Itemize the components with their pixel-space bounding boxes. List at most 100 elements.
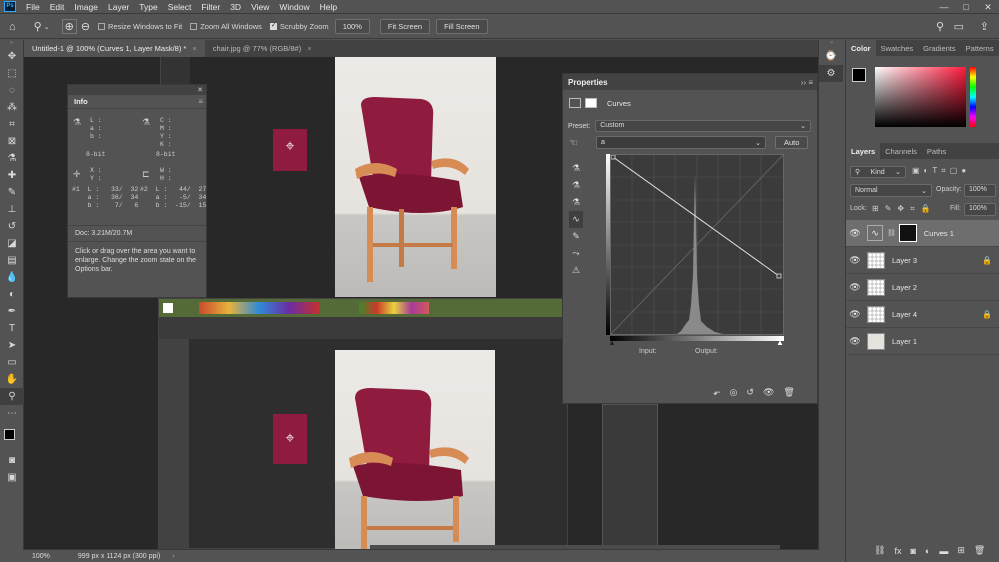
clone-stamp-icon[interactable]: ⊥ (0, 201, 24, 218)
zoom-out-icon[interactable]: ⊖ (81, 20, 90, 33)
rectangle-tool-icon[interactable]: ▭ (0, 354, 24, 371)
menu-3d[interactable]: 3D (225, 2, 246, 12)
marquee-tool-icon[interactable]: ⬚ (0, 65, 24, 82)
link-icon[interactable]: ⛓ (887, 229, 896, 237)
share-icon[interactable]: ⇪ (980, 20, 989, 33)
healing-brush-icon[interactable]: ✚ (0, 167, 24, 184)
clip-to-layer-icon[interactable]: ⬐ (713, 387, 721, 398)
crop-tool-icon[interactable]: ⌗ (0, 116, 24, 133)
workspace-icon[interactable]: ▭ (954, 20, 964, 33)
tab-swatches[interactable]: Swatches (876, 40, 919, 56)
minimize-button[interactable]: — (933, 2, 955, 12)
auto-button[interactable]: Auto (775, 136, 809, 149)
adjustment-layer-icon[interactable]: ◐ (925, 546, 930, 556)
tab-gradients[interactable]: Gradients (918, 40, 961, 56)
blur-tool-icon[interactable]: 💧 (0, 269, 24, 286)
black-point-slider[interactable]: ▲ (608, 338, 616, 347)
layer-name[interactable]: Layer 1 (892, 337, 917, 346)
move-tool-icon[interactable]: ✥ (0, 48, 24, 65)
menu-image[interactable]: Image (69, 2, 103, 12)
menu-edit[interactable]: Edit (45, 2, 70, 12)
delete-icon[interactable]: 🗑 (783, 387, 794, 398)
visibility-eye-icon[interactable]: 👁 (846, 282, 864, 293)
close-tab-icon[interactable]: × (192, 44, 196, 53)
curves-graph[interactable] (610, 154, 784, 335)
foreground-color-swatch[interactable] (852, 68, 866, 82)
white-point-slider[interactable]: ▲ (776, 338, 784, 347)
lasso-tool-icon[interactable]: ◌ (0, 82, 24, 99)
tab-paths[interactable]: Paths (922, 143, 951, 159)
tab-patterns[interactable]: Patterns (961, 40, 999, 56)
menu-view[interactable]: View (246, 2, 274, 12)
panel-menu-icon[interactable]: ≡ (198, 97, 203, 106)
fx-icon[interactable]: fx (894, 546, 901, 556)
link-layers-icon[interactable]: ⛓ (874, 545, 885, 556)
eraser-tool-icon[interactable]: ◪ (0, 235, 24, 252)
channel-dropdown[interactable]: a ⌄ (596, 136, 766, 149)
visibility-eye-icon[interactable]: 👁 (846, 228, 864, 239)
layer-name[interactable]: Layer 3 (892, 256, 917, 265)
tab-layers[interactable]: Layers (846, 143, 881, 159)
history-brush-icon[interactable]: ↺ (0, 218, 24, 235)
zoom-all-checkbox[interactable] (190, 23, 198, 30)
search-icon[interactable]: ⚲ (936, 20, 944, 33)
brush-tool-icon[interactable]: ✎ (0, 184, 24, 201)
type-tool-icon[interactable]: T (0, 320, 24, 337)
gradient-tool-icon[interactable]: ▤ (0, 252, 24, 269)
eyedropper-white-icon[interactable]: ⚗ (569, 194, 583, 211)
pencil-icon[interactable]: ✎ (569, 228, 583, 245)
curve-point-icon[interactable]: ∿ (569, 211, 583, 228)
quick-mask-icon[interactable]: ◙ (0, 452, 24, 469)
layer-kind-filter[interactable]: ⚲ Kind ⌄ (850, 166, 906, 178)
zoom-level[interactable]: 100% (32, 553, 50, 560)
new-layer-icon[interactable]: ⊞ (957, 545, 965, 556)
layer-name[interactable]: Curves 1 (924, 229, 954, 238)
blend-mode-dropdown[interactable]: Normal ⌄ (850, 184, 932, 197)
layer-row-curves-1[interactable]: 👁 ∿ ⛓ Curves 1 (846, 220, 999, 247)
dodge-tool-icon[interactable]: ◐ (0, 286, 24, 303)
screen-mode-icon[interactable]: ▣ (0, 469, 24, 486)
zoom-tool-sidebar-icon[interactable]: ⚲ (0, 388, 24, 405)
toolbar-grip-icon[interactable]: » (0, 40, 23, 48)
layer-mask-thumb[interactable] (898, 224, 917, 242)
layer-name[interactable]: Layer 2 (892, 283, 917, 292)
smooth-icon[interactable]: ⤳ (569, 245, 583, 262)
eyedropper-gray-icon[interactable]: ⚗ (569, 177, 583, 194)
trash-icon[interactable]: 🗑 (974, 545, 985, 556)
eyedropper-tool-icon[interactable]: ⚗ (0, 150, 24, 167)
home-icon[interactable]: ⌂ (9, 21, 16, 33)
layer-name[interactable]: Layer 4 (892, 310, 917, 319)
tab-chair[interactable]: chair.jpg @ 77% (RGB/8#) × (205, 40, 320, 57)
zoom-in-icon[interactable]: ⊕ (61, 19, 77, 34)
reset-icon[interactable]: ↺ (746, 387, 754, 398)
target-adjust-icon[interactable]: ☜ (569, 138, 578, 149)
quick-select-tool-icon[interactable]: ⁂ (0, 99, 24, 116)
menu-file[interactable]: File (21, 2, 45, 12)
fill-field[interactable]: 100% (964, 203, 996, 216)
layer-row-layer-2[interactable]: 👁 Layer 2 (846, 274, 999, 301)
resize-windows-checkbox[interactable] (98, 23, 106, 30)
hand-tool-icon[interactable]: ✋ (0, 371, 24, 388)
group-icon[interactable]: ▬ (939, 546, 948, 556)
menu-type[interactable]: Type (134, 2, 162, 12)
add-mask-icon[interactable]: ◙ (910, 546, 915, 556)
scrubby-zoom-checkbox[interactable] (269, 21, 277, 30)
view-previous-icon[interactable]: ◎ (730, 387, 738, 398)
color-swatches-icon[interactable] (0, 422, 24, 452)
maximize-button[interactable]: □ (955, 2, 977, 12)
fill-screen-button[interactable]: Fill Screen (436, 19, 488, 34)
menu-help[interactable]: Help (315, 2, 342, 12)
eyedropper-black-icon[interactable]: ⚗ (569, 160, 583, 177)
chevron-down-icon[interactable]: ⌄ (44, 23, 50, 31)
menu-window[interactable]: Window (274, 2, 314, 12)
tab-info[interactable]: Info (68, 97, 94, 106)
close-tab-icon[interactable]: × (307, 44, 311, 53)
layer-filter-icons[interactable]: ▣◐T⌗▢● (912, 166, 970, 176)
properties-panel-icon[interactable]: ⚙ (819, 65, 843, 82)
status-arrow-icon[interactable]: › (172, 553, 174, 560)
strip-grip-icon[interactable]: « (819, 40, 844, 48)
hue-slider[interactable] (970, 67, 976, 127)
visibility-eye-icon[interactable]: 👁 (846, 336, 864, 347)
pen-tool-icon[interactable]: ✒ (0, 303, 24, 320)
visibility-eye-icon[interactable]: 👁 (846, 309, 864, 320)
